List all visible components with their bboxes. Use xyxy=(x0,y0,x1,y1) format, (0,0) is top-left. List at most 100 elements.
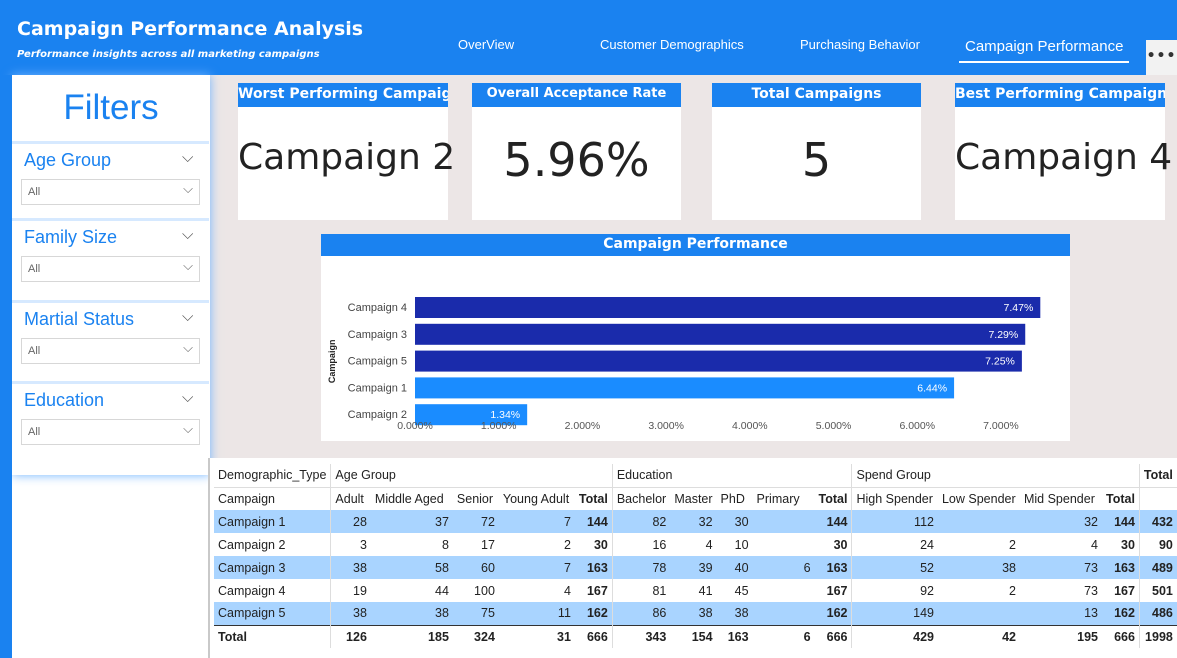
x-tick-label: 3.000% xyxy=(648,420,684,432)
table-cell: 666 xyxy=(574,624,613,648)
table-row[interactable]: Campaign 3 38 58 60 7 163 78 39 40 6 163 52 38 73 163 4… xyxy=(214,556,1177,579)
column-header[interactable]: Mid Spender xyxy=(1020,487,1102,510)
age-group-dropdown[interactable]: All ⌵ xyxy=(21,179,200,205)
table-cell: 45 xyxy=(734,583,749,598)
table-cell: 38 xyxy=(330,556,371,579)
column-header[interactable]: Middle Aged xyxy=(371,487,453,510)
table-cell: 42 xyxy=(937,624,1020,648)
column-header[interactable]: PhD xyxy=(717,487,753,510)
table-cell xyxy=(937,602,1020,625)
kpi-best-campaign: Best Performing Campaign Campaign 4 xyxy=(955,83,1172,220)
column-header[interactable]: Bachelor xyxy=(611,487,671,510)
tab-customer-demographics[interactable]: Customer Demographics xyxy=(600,37,744,52)
table-cell: 167 xyxy=(826,583,848,598)
column-header[interactable]: Young Adult xyxy=(499,487,575,510)
table-row[interactable]: Campaign 2 3 8 17 2 30 16 4 10 30 24 2 4 30 90 xyxy=(214,533,1177,556)
table-cell: 8 xyxy=(441,537,449,552)
table-cell: 6 xyxy=(752,556,815,579)
chevron-down-icon[interactable]: ⌵ xyxy=(182,225,193,243)
table-row[interactable]: Campaign 5 38 38 75 11 162 86 38 38 162 149 13 162 48… xyxy=(214,602,1177,625)
table-cell: 154 xyxy=(670,624,717,648)
column-header[interactable]: Low Spender xyxy=(938,487,1020,510)
table-cell: 82 xyxy=(611,510,671,533)
kpi-worst-campaign: Worst Performing Campaign Campaign 2 xyxy=(238,83,456,220)
filter-family-size: Family Size ⌵ All ⌵ xyxy=(12,218,209,284)
table-cell xyxy=(937,510,1020,533)
y-tick-label: Campaign 5 xyxy=(348,356,407,368)
table-cell: 30 xyxy=(833,537,848,552)
table-cell: 6 xyxy=(752,624,815,648)
family-size-dropdown[interactable]: All ⌵ xyxy=(21,256,200,282)
column-header[interactable]: High Spender xyxy=(851,487,938,510)
x-tick-label: 7.000% xyxy=(983,420,1019,432)
table-cell: 2 xyxy=(1009,537,1016,552)
table-cell: 144 xyxy=(814,510,852,533)
campaign-performance-chart: Campaign Performance Campaign Campaign 4 7… xyxy=(321,234,1070,441)
table-cell: 144 xyxy=(1101,510,1140,533)
table-cell: 126 xyxy=(330,624,371,648)
column-header[interactable]: Senior xyxy=(453,487,499,510)
more-options-button[interactable]: ••• xyxy=(1146,40,1177,75)
bar[interactable] xyxy=(415,350,1022,372)
education-dropdown[interactable]: All ⌵ xyxy=(21,419,200,445)
table-cell: 28 xyxy=(330,510,371,533)
group-header: Education xyxy=(611,464,852,488)
bar[interactable] xyxy=(415,323,1026,345)
table-row[interactable]: Campaign 1 28 37 72 7 144 82 32 30 144 112 32 144 432 xyxy=(214,510,1177,533)
dropdown-value: All xyxy=(28,186,41,198)
column-header[interactable]: Total xyxy=(1102,487,1139,510)
chart-title: Campaign Performance xyxy=(321,234,1070,256)
x-tick-label: 2.000% xyxy=(565,420,601,432)
x-tick-label: 4.000% xyxy=(732,420,768,432)
chevron-down-icon[interactable]: ⌵ xyxy=(182,307,193,325)
column-header[interactable]: Primary xyxy=(753,487,815,510)
filter-label: Age Group xyxy=(24,150,112,170)
bar[interactable] xyxy=(415,377,955,399)
tab-overview[interactable]: OverView xyxy=(458,37,514,52)
filter-label: Education xyxy=(24,390,105,410)
column-header[interactable]: Campaign xyxy=(214,487,331,510)
table-cell: 2 xyxy=(563,537,571,552)
kpi-value: Campaign 2 xyxy=(238,137,456,178)
table-cell: 163 xyxy=(814,556,852,579)
column-header[interactable]: Total xyxy=(575,487,612,510)
table-cell: 86 xyxy=(611,602,671,625)
table-cell: 38 xyxy=(330,602,371,625)
table-cell: 149 xyxy=(851,602,938,625)
kpi-title: Worst Performing Campaign xyxy=(238,83,448,107)
chevron-down-icon[interactable]: ⌵ xyxy=(182,388,193,406)
table-cell: 92 xyxy=(851,579,938,602)
table-cell: 73 xyxy=(1084,583,1098,598)
table-cell: 343 xyxy=(611,624,671,648)
tab-purchasing-behavior[interactable]: Purchasing Behavior xyxy=(800,37,920,52)
data-label: 7.25% xyxy=(985,356,1015,368)
kpi-total-campaigns: Total Campaigns 5 xyxy=(712,83,921,220)
table-cell: Campaign 4 xyxy=(218,583,286,598)
martial-status-dropdown[interactable]: All ⌵ xyxy=(21,338,200,364)
x-tick-label: 1.000% xyxy=(481,420,517,432)
column-header[interactable]: Adult xyxy=(330,487,371,510)
table-cell: 3 xyxy=(330,533,371,556)
table-cell: 4 xyxy=(563,583,571,598)
column-header[interactable]: Total xyxy=(815,487,852,510)
table-cell: 501 xyxy=(1138,579,1177,602)
table-cell: 167 xyxy=(586,583,608,598)
table-cell: 489 xyxy=(1138,556,1177,579)
column-header[interactable]: Master xyxy=(670,487,716,510)
tab-campaign-performance[interactable]: Campaign Performance xyxy=(959,38,1130,63)
column-header-row: Campaign Adult Middle Aged Senior Young Adul… xyxy=(214,487,1177,510)
table-cell: 666 xyxy=(1101,624,1140,648)
table-cell: 4 xyxy=(705,537,713,552)
table-cell: 16 xyxy=(611,533,671,556)
matrix-table: Demographic_Type Age Group Education Spend … xyxy=(214,464,1177,648)
table-row[interactable]: Campaign 4 19 44 100 4 167 81 41 45 167 92 2 73 167 50… xyxy=(214,579,1177,602)
table-cell: 195 xyxy=(1019,624,1102,648)
chevron-down-icon: ⌵ xyxy=(183,422,193,437)
table-cell: 167 xyxy=(1114,583,1135,598)
table-cell: 39 xyxy=(670,556,717,579)
table-cell: 38 xyxy=(670,602,717,625)
table-cell xyxy=(753,533,815,556)
table-cell: 4 xyxy=(1091,537,1098,552)
chevron-down-icon[interactable]: ⌵ xyxy=(182,148,193,166)
bar[interactable] xyxy=(415,297,1041,318)
